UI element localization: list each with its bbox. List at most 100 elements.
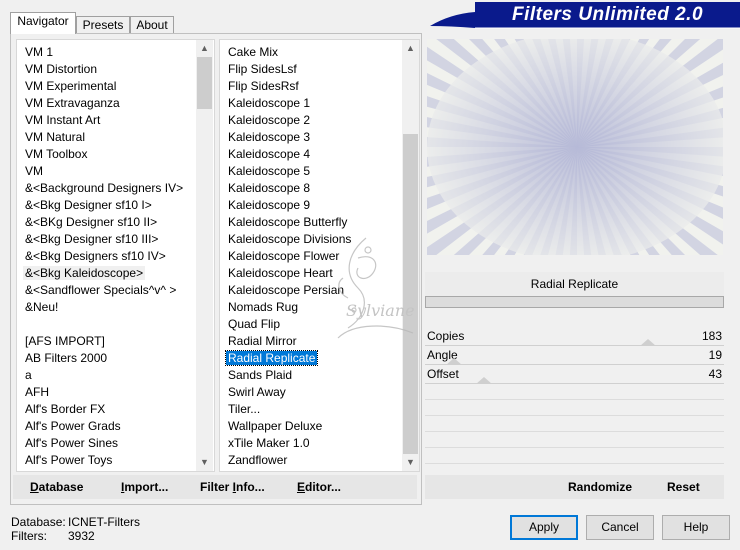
filter-item[interactable]: Flip SidesRsf — [220, 78, 353, 95]
category-scroll-thumb[interactable] — [197, 57, 212, 109]
database-label: Database: — [11, 515, 66, 529]
scroll-up-icon[interactable]: ▲ — [196, 40, 213, 57]
list-item-label: Kaleidoscope 5 — [228, 164, 311, 178]
empty-parameter-row — [425, 432, 724, 448]
category-item[interactable]: VM — [17, 163, 185, 180]
list-item-label: Kaleidoscope 3 — [228, 130, 311, 144]
list-item-label: Tiler... — [228, 402, 261, 416]
help-button[interactable]: Help — [662, 515, 730, 540]
list-item-label: xTile Maker 1.0 — [228, 436, 310, 450]
parameter-value: 43 — [708, 367, 722, 381]
list-item-label: Cake Mix — [228, 45, 279, 59]
tab-presets[interactable]: Presets — [76, 16, 130, 34]
filter-item[interactable]: Kaleidoscope 1 — [220, 95, 353, 112]
list-item-label: &<Bkg Designer sf10 I> — [25, 198, 152, 212]
empty-parameter-row — [425, 416, 724, 432]
empty-parameter-row — [425, 448, 724, 464]
watermark-logo: Sylviane — [337, 237, 415, 339]
filter-item[interactable]: Kaleidoscope 8 — [220, 180, 353, 197]
list-item-label: Alf's Border FX — [25, 402, 106, 416]
category-item[interactable]: AB Filters 2000 — [17, 350, 185, 367]
category-item[interactable] — [17, 316, 185, 333]
category-item[interactable]: VM Extravaganza — [17, 95, 185, 112]
progress-bar — [425, 296, 724, 308]
category-item[interactable]: [AFS IMPORT] — [17, 333, 185, 350]
scroll-up-icon[interactable]: ▲ — [402, 40, 419, 57]
import-button[interactable]: Import... — [121, 475, 168, 499]
list-item-label: Alf's Power Sines — [25, 436, 118, 450]
filter-item[interactable]: Kaleidoscope 2 — [220, 112, 353, 129]
category-item[interactable]: VM Distortion — [17, 61, 185, 78]
parameter-row-angle[interactable]: Angle 19 — [425, 346, 724, 365]
category-item[interactable]: &<Bkg Kaleidoscope> — [17, 265, 185, 282]
tab-navigator[interactable]: Navigator — [10, 12, 76, 34]
apply-button[interactable]: Apply — [510, 515, 578, 540]
category-item[interactable]: Alf's Border FX — [17, 401, 185, 418]
category-item[interactable]: VM Toolbox — [17, 146, 185, 163]
filter-item[interactable]: Wallpaper Deluxe — [220, 418, 353, 435]
database-button[interactable]: Database — [30, 475, 83, 499]
filter-item[interactable]: xTile Maker 1.0 — [220, 435, 353, 452]
filter-item[interactable]: Cake Mix — [220, 44, 353, 61]
slider-marker[interactable] — [446, 358, 462, 365]
list-item-label: Kaleidoscope 2 — [228, 113, 311, 127]
category-item[interactable]: &<Bkg Designer sf10 III> — [17, 231, 185, 248]
category-item[interactable]: &<Background Designers IV> — [17, 180, 185, 197]
list-item-label: &<Bkg Designer sf10 III> — [25, 232, 159, 246]
category-item[interactable]: VM 1 — [17, 44, 185, 61]
filter-item[interactable]: Kaleidoscope 4 — [220, 146, 353, 163]
list-item-label: Radial Mirror — [228, 334, 297, 348]
filter-item[interactable]: Kaleidoscope 3 — [220, 129, 353, 146]
category-list: VM 1 VM Distortion VM Experimental VM Extra… — [17, 44, 185, 469]
editor-button[interactable]: Editor... — [297, 475, 341, 499]
slider-marker[interactable] — [476, 377, 492, 384]
parameter-row-offset[interactable]: Offset 43 — [425, 365, 724, 384]
scroll-down-icon[interactable]: ▼ — [402, 454, 419, 471]
list-item-label: VM Extravaganza — [25, 96, 120, 110]
list-item-label: Swirl Away — [228, 385, 286, 399]
slider-marker[interactable] — [640, 339, 656, 346]
category-item[interactable]: VM Natural — [17, 129, 185, 146]
category-listbox[interactable]: VM 1 VM Distortion VM Experimental VM Extra… — [16, 39, 215, 472]
filter-item[interactable]: Zandflower — [220, 452, 353, 469]
category-item[interactable]: Alf's Power Sines — [17, 435, 185, 452]
category-scrollbar[interactable]: ▲ ▼ — [196, 40, 213, 471]
category-item[interactable]: Alf's Power Grads — [17, 418, 185, 435]
category-item[interactable]: VM Instant Art — [17, 112, 185, 129]
category-item[interactable]: AFH — [17, 384, 185, 401]
list-item-label: Nomads Rug — [228, 300, 299, 314]
reset-button[interactable]: Reset — [667, 475, 700, 499]
filter-item[interactable]: Flip SidesLsf — [220, 61, 353, 78]
list-item-label — [23, 317, 27, 331]
randomize-button[interactable]: Randomize — [568, 475, 632, 499]
cancel-button[interactable]: Cancel — [586, 515, 654, 540]
category-item[interactable]: &Neu! — [17, 299, 185, 316]
category-item[interactable]: VM Experimental — [17, 78, 185, 95]
radial-replicate-preview — [317, 0, 740, 407]
category-item[interactable]: &<Sandflower Specials^v^ > — [17, 282, 185, 299]
tab-about[interactable]: About — [130, 16, 174, 34]
list-item-label: &<Background Designers IV> — [25, 181, 184, 195]
category-item[interactable]: &<Bkg Designers sf10 IV> — [17, 248, 185, 265]
category-item[interactable]: &<Bkg Designer sf10 I> — [17, 197, 185, 214]
category-item[interactable]: Alf's Power Toys — [17, 452, 185, 469]
list-item-label: Flip SidesLsf — [228, 62, 297, 76]
list-item-label: &Neu! — [25, 300, 59, 314]
list-item-label: &<Bkg Designers sf10 IV> — [25, 249, 166, 263]
parameter-panel: Copies 183 Angle 19 Offset 43 — [425, 327, 724, 480]
empty-parameter-row — [425, 400, 724, 416]
filter-item[interactable]: Kaleidoscope 9 — [220, 197, 353, 214]
filter-info-button[interactable]: Filter Info... — [200, 475, 265, 499]
scroll-down-icon[interactable]: ▼ — [196, 454, 213, 471]
filter-item[interactable]: Sands Plaid — [220, 367, 353, 384]
filter-item[interactable]: Kaleidoscope 5 — [220, 163, 353, 180]
parameter-row-copies[interactable]: Copies 183 — [425, 327, 724, 346]
category-item[interactable]: a — [17, 367, 185, 384]
filter-item[interactable]: Radial Replicate — [220, 350, 353, 367]
watermark-text: Sylviane — [346, 301, 415, 320]
filter-item[interactable]: Tiler... — [220, 401, 353, 418]
filter-item[interactable]: Swirl Away — [220, 384, 353, 401]
category-item[interactable]: &<BKg Designer sf10 II> — [17, 214, 185, 231]
database-toolbar: Database Import... Filter Info... Editor… — [13, 475, 417, 499]
filters-count: 3932 — [68, 529, 95, 543]
